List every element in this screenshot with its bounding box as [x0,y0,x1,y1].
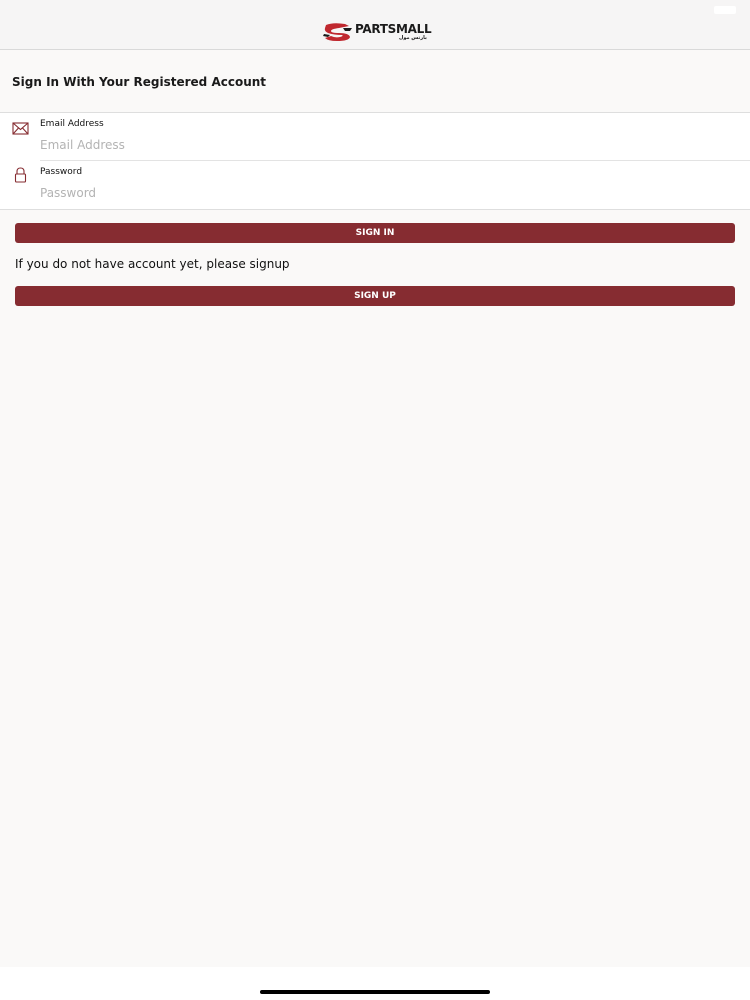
page-title: Sign In With Your Registered Account [12,75,267,89]
logo-subtitle: بارتس مول [399,35,427,41]
email-input[interactable] [40,135,730,155]
sign-up-button[interactable]: SIGN UP [15,286,735,306]
logo-text: PARTSMALL [355,22,432,36]
lock-icon [14,167,27,183]
status-bar [0,0,750,20]
sign-in-button[interactable]: SIGN IN [15,223,735,243]
envelope-icon [12,122,29,135]
home-indicator[interactable] [260,990,490,994]
email-field-row: Email Address [0,113,750,161]
password-input[interactable] [40,183,730,203]
partsmall-logo: PARTSMALL بارتس مول [323,21,432,43]
password-field-row: Password [0,161,750,209]
logo-mark-icon [323,23,352,41]
signup-hint-text: If you do not have account yet, please s… [15,257,290,271]
bottom-safe-area [0,967,750,1000]
battery-icon [714,6,736,14]
password-label: Password [40,167,83,177]
sign-in-form: Email Address Password [0,112,750,210]
email-label: Email Address [40,119,104,129]
